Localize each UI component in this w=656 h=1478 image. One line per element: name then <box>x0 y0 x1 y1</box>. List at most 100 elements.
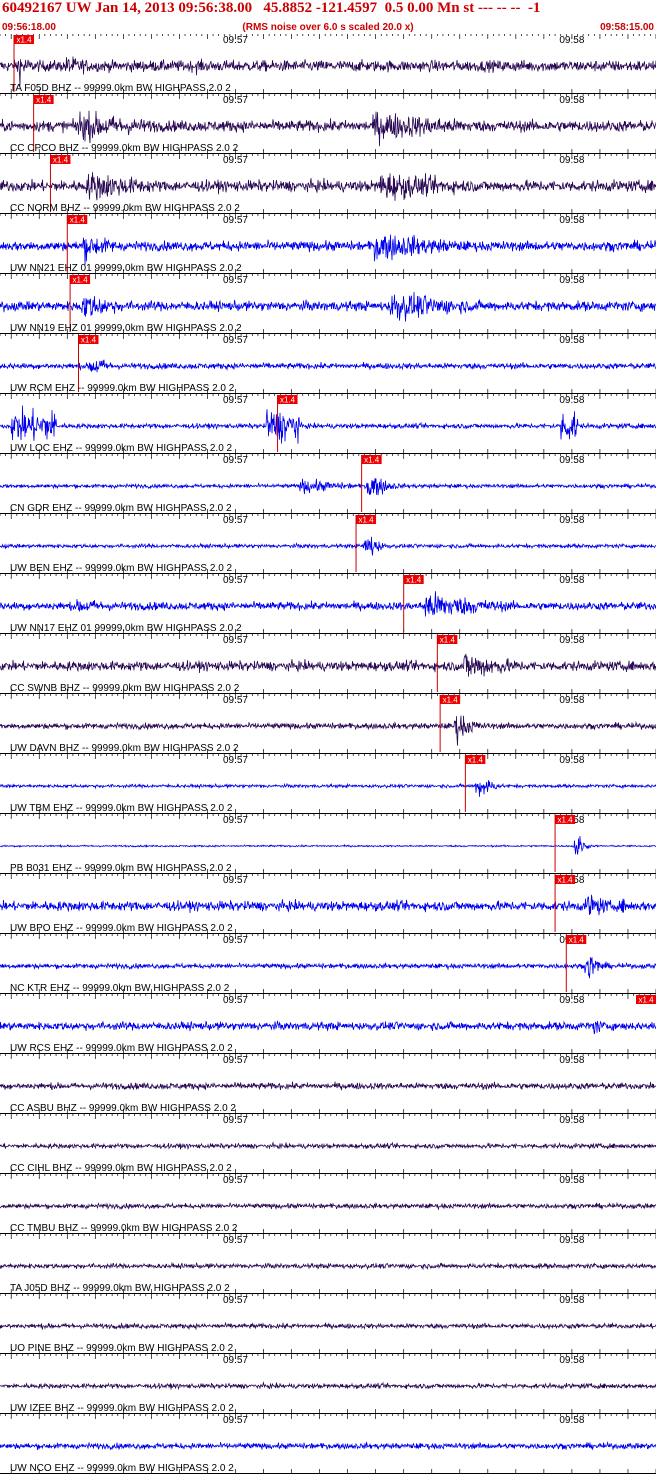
minute-label: 09:57 <box>223 215 248 226</box>
waveform-trace <box>0 653 656 677</box>
station-label: UW RCS EHZ -- 99999.0km BW HIGHPASS 2.0 … <box>10 1043 233 1054</box>
minute-label: 09:58 <box>559 395 584 406</box>
trace-row: 09:57 09:58 x1.4 UW NN19 EHZ 01 99999.0km B… <box>0 274 656 334</box>
minute-label: 09:58 <box>559 95 584 106</box>
waveform-trace <box>0 359 656 373</box>
rms-subtitle: (RMS noise over 6.0 s scaled 20.0 x) <box>242 22 414 33</box>
pick-label: x1.4 <box>406 576 422 585</box>
waveform-trace <box>0 56 656 86</box>
minute-label: 09:58 <box>559 995 584 1006</box>
trace-row: 09:57 09:58 x1.4 UW NN17 EHZ 01 99999.0km B… <box>0 574 656 634</box>
minute-label: 09:58 <box>559 335 584 346</box>
station-label: TA F05D BHZ -- 99999.0km BW HIGHPASS 2.0… <box>10 83 231 94</box>
minute-label: 09:57 <box>223 335 248 346</box>
minute-label: 09:57 <box>223 155 248 166</box>
trace-row: 09:5709:58x1.4PB B031 EHZ -- 99999.0km B… <box>0 814 656 874</box>
minute-label: 09:58 <box>559 1235 584 1246</box>
minute-label: 09:58 <box>559 1115 584 1126</box>
station-label: CC CPCO BHZ -- 99999.0km BW HIGHPASS 2.0… <box>10 143 239 154</box>
minute-label: 09:58 <box>559 1175 584 1186</box>
pick-label: x1.4 <box>440 636 456 645</box>
minute-label: 09:57 <box>223 1295 248 1306</box>
station-label: UW IZEE BHZ -- 99999.0km BW HIGHPASS 2.0… <box>10 1403 234 1414</box>
minute-label: 09:57 <box>223 995 248 1006</box>
minute-label: 09:58 <box>559 1295 584 1306</box>
trace-row: 09:57 09:58 x1.4 UW NN21 EHZ 01 99999.0km B… <box>0 214 656 274</box>
station-label: CC ASBU BHZ -- 99999.0km BW HIGHPASS 2.0… <box>10 1103 236 1114</box>
station-label: NC KTR EHZ -- 99999.0km BW HIGHPASS 2.0 … <box>10 983 230 994</box>
waveform-trace <box>0 1141 656 1151</box>
minute-label: 09:58 <box>559 575 584 586</box>
minute-label: 09:57 <box>223 395 248 406</box>
trace-row: 09:57 09:58 TA J05D BHZ -- 99999.0km BW HI… <box>0 1234 656 1294</box>
minute-label: 09:57 <box>223 695 248 706</box>
trace-row: 09:57 09:58 x1.4 UW TBM EHZ -- 99999.0km BW… <box>0 754 656 814</box>
waveform-trace <box>0 780 656 797</box>
minute-label: 09:58 <box>559 1355 584 1366</box>
event-title: 60492167 UW Jan 14, 2013 09:56:38.00 45.… <box>2 0 541 16</box>
minute-label: 09:57 <box>223 575 248 586</box>
record-header: 60492167 UW Jan 14, 2013 09:56:38.00 45.… <box>0 0 656 34</box>
trace-row: 09:57 09:58 CC TMBU BHZ -- 99999.0km BW HI… <box>0 1174 656 1234</box>
station-label: UW DAVN BHZ -- 99999.0km BW HIGHPASS 2.0… <box>10 743 239 754</box>
pick-label: x1.4 <box>638 996 654 1005</box>
pick-label: x1.4 <box>569 936 585 945</box>
trace-row: 09:57 09:58 UO PINE BHZ -- 99999.0km BW HI… <box>0 1294 656 1354</box>
minute-label: 09:57 <box>223 275 248 286</box>
end-time: 09:58:15.00 <box>600 22 654 33</box>
minute-label: 09:57 <box>223 1055 248 1066</box>
station-label: UO PINE BHZ -- 99999.0km BW HIGHPASS 2.0… <box>10 1343 234 1354</box>
waveform-trace <box>0 835 656 855</box>
minute-label: 09:58 <box>559 695 584 706</box>
waveform-trace <box>0 1441 656 1451</box>
trace-row: 09:57 09:58 CC ASBU BHZ -- 99999.0km BW HI… <box>0 1054 656 1114</box>
pick-label: x1.4 <box>70 216 86 225</box>
station-label: UW NN21 EHZ 01 99999.0km BW HIGHPASS 2.0… <box>10 263 242 274</box>
minute-label: 09:57 <box>223 635 248 646</box>
minute-label: 09:57 <box>223 95 248 106</box>
minute-label: 09:57 <box>223 35 248 46</box>
trace-row: 09:57 09:58 x1.4 UW DAVN BHZ -- 99999.0km B… <box>0 694 656 754</box>
station-label: UW NCO EHZ -- 99999.0km BW HIGHPASS 2.0 … <box>10 1463 234 1474</box>
pick-label: x1.4 <box>36 96 52 105</box>
minute-label: 09:58 <box>559 455 584 466</box>
waveform-trace <box>0 715 656 746</box>
station-label: CN GDR EHZ -- 99999.0km BW HIGHPASS 2.0 … <box>10 503 232 514</box>
trace-row: 09:57 09:58 x1.4 CC NORM BHZ -- 99999.0km B… <box>0 154 656 214</box>
trace-row: 09:57 09:58 UW IZEE BHZ -- 99999.0km BW HI… <box>0 1354 656 1414</box>
minute-label: 09:58 <box>559 155 584 166</box>
trace-row: 09:57 09:58 UW NCO EHZ -- 99999.0km BW HIG… <box>0 1414 656 1474</box>
minute-label: 09:57 <box>223 815 248 826</box>
pick-label: x1.4 <box>558 876 574 885</box>
station-label: CC SWNB BHZ -- 99999.0km BW HIGHPASS 2.0… <box>10 683 240 694</box>
minute-label: 09:57 <box>223 1355 248 1366</box>
station-label: UW NN17 EHZ 01 99999.0km BW HIGHPASS 2.0… <box>10 623 242 634</box>
station-label: UW BEN EHZ -- 99999.0km BW HIGHPASS 2.0 … <box>10 563 233 574</box>
minute-label: 09:58 <box>559 215 584 226</box>
minute-label: 09:58 <box>559 635 584 646</box>
seismogram-panel: 09:57 09:58 x1.4 TA F05D BHZ -- 99999.0km B… <box>0 34 656 1474</box>
pick-label: x1.4 <box>53 156 69 165</box>
minute-label: 09:57 <box>223 1115 248 1126</box>
station-label: UW BPO EHZ -- 99999.0km BW HIGHPASS 2.0 … <box>10 923 233 934</box>
trace-row: 09:57 09:58 x1.4 CC SWNB BHZ -- 99999.0km B… <box>0 634 656 694</box>
waveform-trace <box>0 405 656 444</box>
minute-label: 09:57 <box>223 935 248 946</box>
pick-label: x1.4 <box>16 36 32 45</box>
minute-label: 09:57 <box>223 875 248 886</box>
minute-label: 09:58 <box>559 275 584 286</box>
pick-label: x1.4 <box>364 456 380 465</box>
pick-label: x1.4 <box>280 396 296 405</box>
trace-row: 09:57 09:58 x1.4 TA F05D BHZ -- 99999.0km B… <box>0 34 656 94</box>
pick-label: x1.4 <box>468 756 484 765</box>
station-label: UW RCM EHZ -- 99999.0km BW HIGHPASS 2.0 … <box>10 383 235 394</box>
trace-row: 09:5709:58x1.4UW BPO EHZ -- 99999.0km BW… <box>0 874 656 934</box>
pick-label: x1.4 <box>81 336 97 345</box>
trace-row: 09:57 09:58 x1.4 CN GDR EHZ -- 99999.0km BW… <box>0 454 656 514</box>
station-label: UW NN19 EHZ 01 99999.0km BW HIGHPASS 2.0… <box>10 323 242 334</box>
pick-label: x1.4 <box>73 276 89 285</box>
trace-row: 09:57 09:58 x1.4 UW RCM EHZ -- 99999.0km BW… <box>0 334 656 394</box>
waveform-trace <box>0 172 656 201</box>
minute-label: 09:58 <box>559 755 584 766</box>
waveform-trace <box>0 536 656 556</box>
